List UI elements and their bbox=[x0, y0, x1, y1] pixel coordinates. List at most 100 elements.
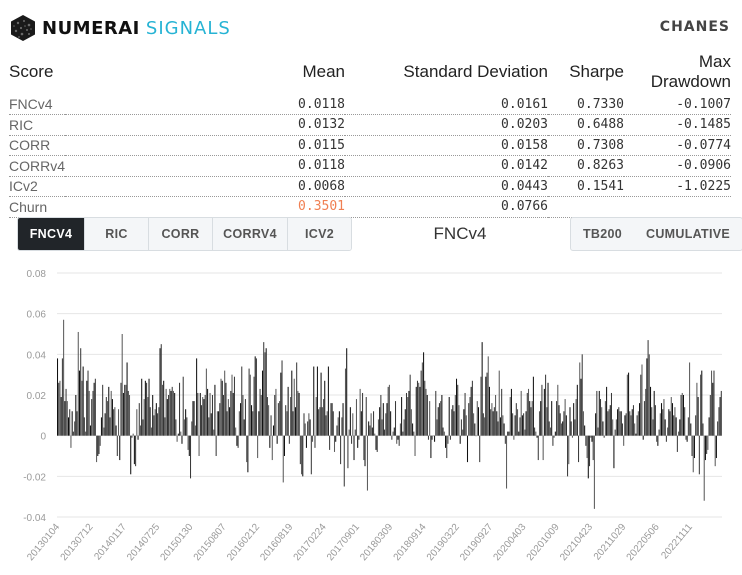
bar bbox=[179, 382, 181, 436]
bar bbox=[274, 395, 276, 436]
bar bbox=[491, 403, 493, 436]
brand-product: SIGNALS bbox=[145, 17, 231, 39]
bar bbox=[185, 409, 187, 436]
bar bbox=[297, 390, 299, 436]
bar bbox=[341, 417, 343, 436]
bar bbox=[706, 435, 708, 454]
bar bbox=[390, 411, 392, 436]
bar bbox=[337, 417, 339, 436]
bar bbox=[96, 435, 98, 463]
bar bbox=[105, 397, 107, 436]
bar bbox=[711, 370, 713, 436]
bar bbox=[94, 378, 96, 436]
bar bbox=[414, 435, 416, 456]
bar bbox=[219, 403, 221, 436]
bar bbox=[415, 386, 417, 436]
bar bbox=[344, 368, 346, 436]
mean-value: 0.0115 bbox=[65, 135, 346, 156]
bar bbox=[437, 407, 439, 436]
bar bbox=[190, 435, 192, 479]
bar bbox=[87, 370, 89, 436]
bar bbox=[663, 399, 665, 436]
std-value: 0.0161 bbox=[345, 94, 549, 115]
bar bbox=[513, 435, 515, 440]
bar-series bbox=[57, 319, 722, 509]
bar bbox=[424, 380, 426, 436]
bar bbox=[176, 435, 178, 442]
y-tick-label: 0.08 bbox=[27, 269, 47, 280]
sharpe-value: 0.1541 bbox=[548, 176, 625, 197]
tab-fncv4[interactable]: FNCV4 bbox=[18, 218, 85, 250]
score-name: RIC bbox=[9, 114, 66, 136]
x-tick-label: 20160212 bbox=[225, 522, 262, 563]
bar bbox=[676, 435, 678, 452]
bar bbox=[650, 386, 652, 436]
bar bbox=[183, 419, 185, 436]
bar bbox=[174, 392, 176, 436]
bar bbox=[338, 411, 340, 436]
bar bbox=[143, 399, 145, 436]
bar bbox=[298, 392, 300, 436]
bar bbox=[362, 392, 364, 436]
score-tabs: FNCV4 RIC CORR CORRV4 ICV2 bbox=[17, 217, 352, 251]
bar bbox=[137, 435, 139, 440]
bar bbox=[394, 401, 397, 436]
score-name: FNCv4 bbox=[9, 94, 66, 115]
std-value: 0.0142 bbox=[345, 155, 549, 177]
std-value: 0.0443 bbox=[345, 176, 549, 197]
bar bbox=[595, 413, 597, 436]
tab-corrv4[interactable]: CORRV4 bbox=[213, 218, 288, 250]
bar bbox=[599, 399, 602, 436]
bar bbox=[601, 407, 603, 436]
cumulative-toggle[interactable]: CUMULATIVE bbox=[634, 218, 742, 250]
tab-corr[interactable]: CORR bbox=[149, 218, 213, 250]
bar bbox=[498, 370, 500, 436]
bar bbox=[703, 435, 705, 501]
tab-icv2[interactable]: ICV2 bbox=[288, 218, 351, 250]
bar bbox=[429, 401, 431, 436]
bar bbox=[111, 399, 113, 436]
brand-logo[interactable]: NUMERAI SIGNALS bbox=[10, 14, 231, 42]
x-tick-label: 20170224 bbox=[292, 522, 329, 563]
bar bbox=[170, 390, 172, 436]
bar bbox=[240, 403, 242, 436]
chart-title: FNCv4 bbox=[433, 224, 487, 243]
bar bbox=[543, 388, 545, 436]
bar bbox=[103, 427, 105, 436]
bar bbox=[233, 376, 235, 436]
bar bbox=[718, 407, 720, 436]
bar bbox=[67, 417, 70, 436]
bar bbox=[708, 417, 710, 436]
bar bbox=[155, 403, 157, 436]
bar bbox=[518, 431, 520, 436]
bar bbox=[501, 388, 503, 436]
bar bbox=[447, 435, 449, 444]
tb200-toggle[interactable]: TB200 bbox=[571, 218, 634, 250]
bar bbox=[63, 319, 65, 436]
bar bbox=[220, 378, 222, 436]
score-name: CORRv4 bbox=[9, 155, 66, 177]
bar bbox=[477, 407, 479, 436]
bar bbox=[386, 403, 388, 436]
bar bbox=[368, 421, 370, 436]
bar bbox=[457, 384, 459, 436]
bar bbox=[435, 390, 437, 436]
bar bbox=[196, 358, 198, 436]
bar bbox=[369, 425, 371, 436]
bar bbox=[641, 364, 643, 436]
bar bbox=[98, 435, 100, 454]
bar bbox=[214, 384, 216, 436]
tab-ric[interactable]: RIC bbox=[85, 218, 149, 250]
bar bbox=[254, 356, 256, 436]
bar bbox=[293, 378, 295, 436]
bar bbox=[197, 392, 199, 436]
bar bbox=[460, 419, 462, 436]
username-link[interactable]: CHANES bbox=[660, 19, 730, 35]
x-tick-label: 20190927 bbox=[458, 522, 495, 563]
bar bbox=[630, 415, 632, 436]
bar bbox=[602, 421, 604, 436]
bar bbox=[451, 409, 453, 436]
bar bbox=[126, 362, 128, 436]
bar bbox=[133, 435, 135, 465]
bar bbox=[304, 423, 306, 436]
